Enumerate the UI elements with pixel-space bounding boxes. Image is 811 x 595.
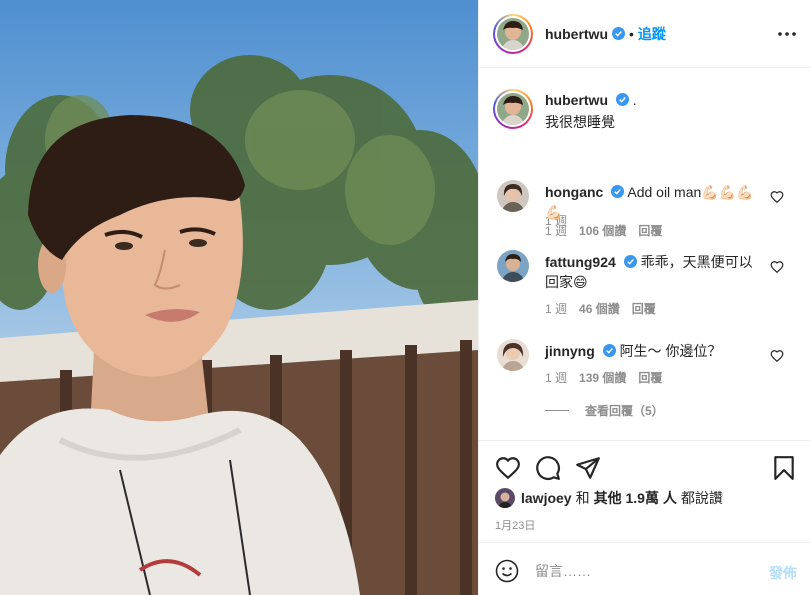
post-date[interactable]: 1月23日	[495, 517, 535, 533]
comment-meta: 1 週 106 個讚 回覆	[545, 222, 662, 239]
view-replies-label: 查看回覆（5）	[585, 404, 664, 418]
comments-list[interactable]: hubertwu . 我很想睡覺 1 週 honganc Add oil man…	[479, 69, 811, 439]
view-replies-button[interactable]: 查看回覆（5）	[545, 402, 664, 419]
likes-end-text: 都說讚	[680, 490, 723, 506]
commenter-avatar[interactable]	[497, 180, 529, 212]
post-comment-button[interactable]: 發佈	[769, 563, 797, 583]
post-header: hubertwu • 追蹤	[479, 0, 811, 68]
post-photo[interactable]	[0, 0, 478, 595]
commenter-avatar[interactable]	[497, 250, 529, 282]
reply-button[interactable]: 回覆	[638, 369, 662, 386]
likes-and-text: 和	[575, 490, 590, 506]
comment-input[interactable]	[535, 557, 735, 585]
selfie-image	[0, 55, 478, 595]
caption-suffix: .	[632, 92, 637, 108]
commenter-avatar[interactable]	[497, 339, 529, 371]
more-options-icon[interactable]	[777, 24, 797, 44]
comment-likes[interactable]: 46 個讚	[579, 300, 620, 317]
verified-badge-icon	[612, 27, 625, 40]
caption-username[interactable]: hubertwu	[545, 92, 608, 108]
save-bookmark-icon[interactable]	[771, 455, 797, 481]
reply-button[interactable]: 回覆	[638, 222, 662, 239]
liker-avatar[interactable]	[495, 488, 515, 508]
likes-others-count[interactable]: 其他 1.9萬 人	[594, 488, 677, 508]
comment-time[interactable]: 1 週	[545, 369, 567, 386]
comment-likes[interactable]: 106 個讚	[579, 222, 626, 239]
caption-avatar[interactable]	[493, 89, 533, 129]
comment-meta: 1 週 46 個讚 回覆	[545, 300, 656, 317]
add-comment-bar: 發佈	[479, 542, 811, 595]
follow-button[interactable]: 追蹤	[638, 24, 666, 44]
comment-bubble-icon[interactable]	[535, 455, 561, 481]
author-avatar[interactable]	[493, 13, 533, 54]
liker-username[interactable]: lawjoey	[521, 490, 572, 506]
separator-dot: •	[629, 25, 634, 42]
commenter-username[interactable]: jinnyng	[545, 343, 595, 359]
comment-meta: 1 週 139 個讚 回覆	[545, 369, 662, 386]
commenter-username[interactable]: honganc	[545, 184, 603, 200]
comment-likes[interactable]: 139 個讚	[579, 369, 626, 386]
comment-text: 阿生～ 你邊位？	[619, 343, 722, 359]
verified-badge-icon	[602, 344, 616, 357]
share-send-icon[interactable]	[575, 455, 601, 481]
verified-badge-icon	[623, 255, 637, 268]
reply-button[interactable]: 回覆	[632, 300, 656, 317]
post-action-bar	[479, 440, 811, 484]
author-username[interactable]: hubertwu	[545, 26, 608, 42]
emoji-icon[interactable]	[495, 559, 519, 583]
like-comment-heart-icon[interactable]	[770, 190, 784, 204]
verified-badge-icon	[611, 185, 625, 198]
replies-divider-line	[545, 410, 569, 411]
comment-time[interactable]: 1 週	[545, 222, 567, 239]
like-comment-heart-icon[interactable]	[770, 349, 784, 363]
commenter-username[interactable]: fattung924	[545, 254, 616, 270]
like-heart-icon[interactable]	[495, 455, 521, 481]
verified-badge-icon	[615, 93, 629, 106]
post-side-panel: hubertwu • 追蹤 hubertwu . 我很想睡覺 1 週 honga…	[478, 0, 811, 595]
likes-summary: lawjoey 和 其他 1.9萬 人 都說讚	[495, 488, 723, 508]
caption-text: 我很想睡覺	[545, 114, 615, 130]
comment-time[interactable]: 1 週	[545, 300, 567, 317]
like-comment-heart-icon[interactable]	[770, 260, 784, 274]
